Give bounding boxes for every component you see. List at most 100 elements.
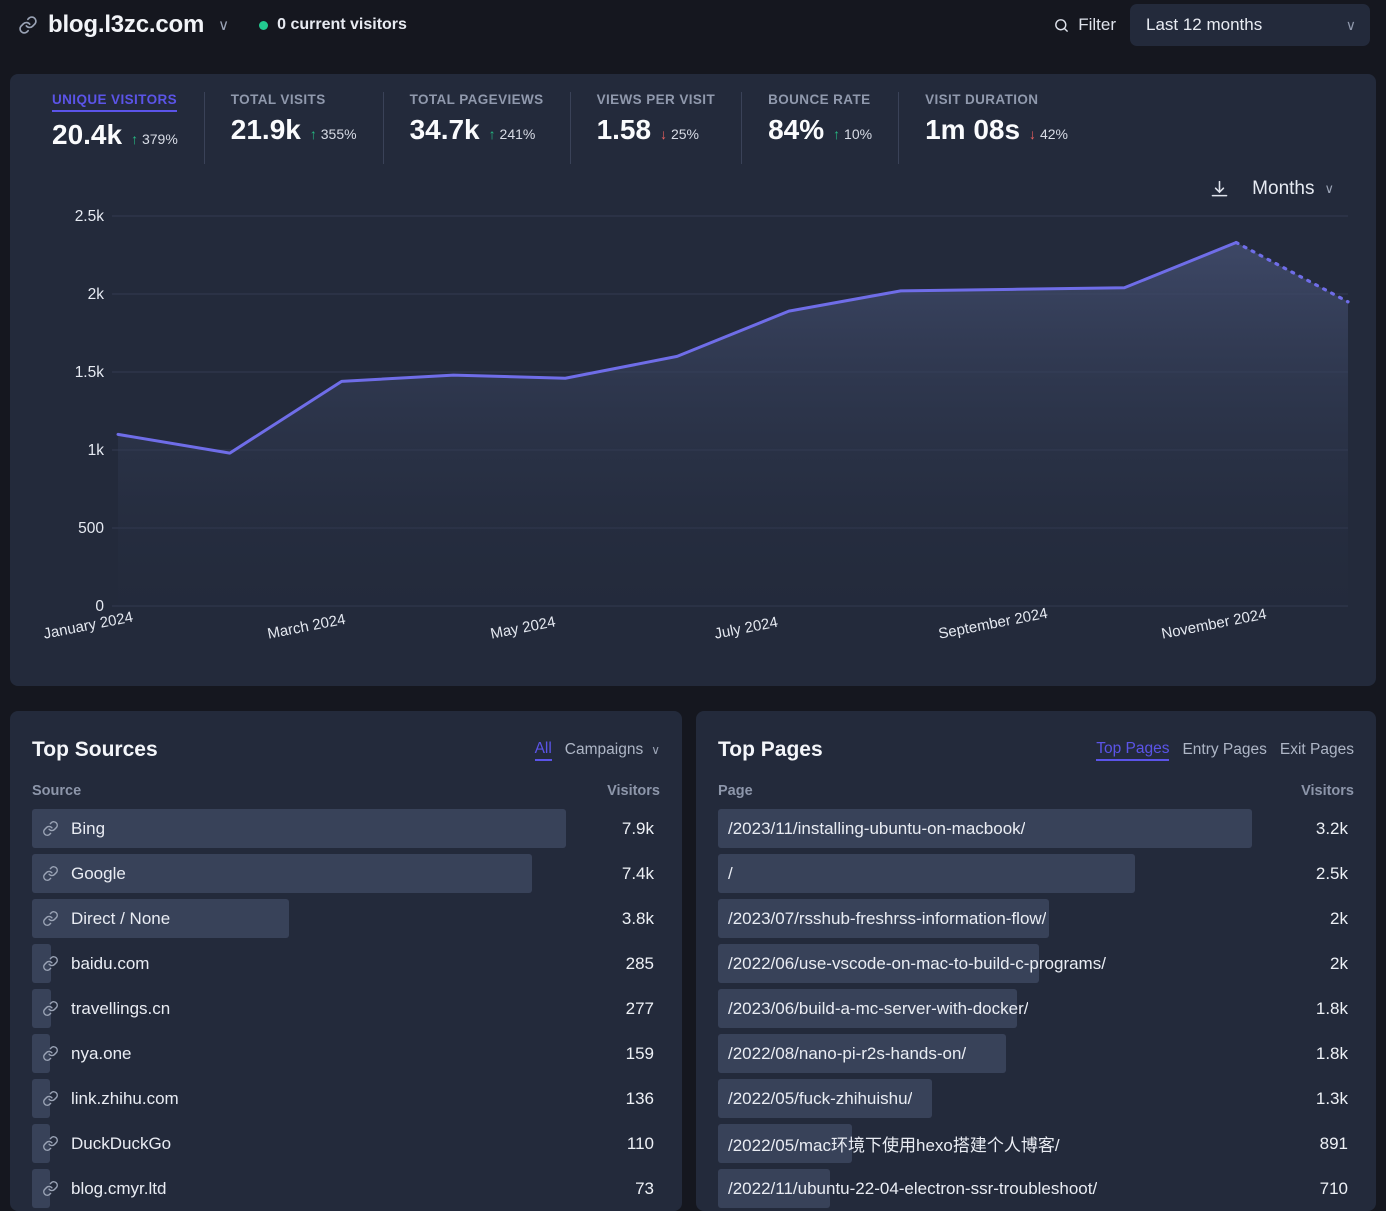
svg-text:500: 500 [78,520,104,537]
row-name: /2022/05/mac环境下使用hexo搭建个人博客/ [728,1131,1060,1156]
row-value: 2k [1330,909,1354,929]
metric-total-pageviews[interactable]: TOTAL PAGEVIEWS 34.7k ↑ 241% [383,92,570,164]
list-item[interactable]: travellings.cn277 [32,986,660,1031]
row-name: / [728,864,733,884]
list-item[interactable]: /2022/05/mac环境下使用hexo搭建个人博客/891 [718,1121,1354,1166]
link-icon [42,865,59,882]
list-item[interactable]: Direct / None3.8k [32,896,660,941]
list-item[interactable]: Google7.4k [32,851,660,896]
row-name: /2023/11/installing-ubuntu-on-macbook/ [728,819,1025,839]
list-item[interactable]: Bing7.9k [32,806,660,851]
metric-change: ↑ 379% [131,131,178,147]
metric-change-value: 42% [1040,126,1068,142]
row-name: Bing [71,819,105,839]
row-label: travellings.cn [32,999,170,1019]
metric-change: ↓ 25% [660,126,699,142]
list-item[interactable]: link.zhihu.com136 [32,1076,660,1121]
tab-all[interactable]: All [535,740,552,761]
list-item[interactable]: /2023/11/installing-ubuntu-on-macbook/3.… [718,806,1354,851]
chart-x-label: March 2024 [266,611,347,643]
chevron-down-icon: ∨ [1346,17,1356,34]
row-label: /2023/06/build-a-mc-server-with-docker/ [718,999,1028,1019]
tab-top-pages[interactable]: Top Pages [1096,740,1169,761]
arrow-down-icon: ↓ [660,126,667,142]
top-sources-title: Top Sources [32,738,158,762]
metric-label: VIEWS PER VISIT [597,92,716,107]
metric-views-per-visit[interactable]: VIEWS PER VISIT 1.58 ↓ 25% [570,92,742,164]
chevron-down-icon: ∨ [1324,181,1334,197]
list-item[interactable]: /2023/06/build-a-mc-server-with-docker/1… [718,986,1354,1031]
list-item[interactable]: /2022/11/ubuntu-22-04-electron-ssr-troub… [718,1166,1354,1211]
metric-value: 84% [768,116,824,144]
list-item[interactable]: /2022/05/fuck-zhihuishu/1.3k [718,1076,1354,1121]
metric-visit-duration[interactable]: VISIT DURATION 1m 08s ↓ 42% [898,92,1094,164]
date-range-select[interactable]: Last 12 months ∨ [1130,4,1370,46]
arrow-up-icon: ↑ [131,131,138,147]
row-label: /2023/11/installing-ubuntu-on-macbook/ [718,819,1025,839]
chevron-down-icon[interactable]: ∨ [651,743,660,757]
col-header-visitors: Visitors [607,783,660,799]
svg-text:2.5k: 2.5k [75,208,105,225]
row-label: Bing [32,819,105,839]
metric-value: 34.7k [410,116,480,144]
metric-change: ↑ 10% [833,126,872,142]
metric-change: ↑ 241% [489,126,536,142]
metric-change-value: 355% [321,126,357,142]
metric-unique-visitors[interactable]: UNIQUE VISITORS 20.4k ↑ 379% [30,92,204,164]
tab-campaigns[interactable]: Campaigns [565,741,643,759]
row-name: baidu.com [71,954,149,974]
chart-x-label: May 2024 [489,613,557,642]
svg-text:1k: 1k [88,442,105,459]
chevron-down-icon[interactable]: ∨ [218,16,229,34]
interval-select[interactable]: Months ∨ [1252,178,1334,200]
list-item[interactable]: baidu.com285 [32,941,660,986]
row-value: 1.8k [1316,999,1354,1019]
metric-bounce-rate[interactable]: BOUNCE RATE 84% ↑ 10% [741,92,898,164]
link-icon [42,1090,59,1107]
filter-button[interactable]: Filter [1053,15,1116,35]
visitors-line-chart[interactable]: 05001k1.5k2k2.5k January 2024March 2024M… [30,208,1356,658]
top-sources-list: Bing7.9kGoogle7.4kDirect / None3.8kbaidu… [32,806,660,1211]
row-label: Direct / None [32,909,170,929]
row-value: 1.3k [1316,1089,1354,1109]
site-selector[interactable]: blog.l3zc.com ∨ [18,11,229,39]
list-item[interactable]: /2022/08/nano-pi-r2s-hands-on/1.8k [718,1031,1354,1076]
row-name: nya.one [71,1044,132,1064]
metric-change: ↓ 42% [1029,126,1068,142]
list-item[interactable]: /2022/06/use-vscode-on-mac-to-build-c-pr… [718,941,1354,986]
row-name: /2022/06/use-vscode-on-mac-to-build-c-pr… [728,954,1106,974]
metric-total-visits[interactable]: TOTAL VISITS 21.9k ↑ 355% [204,92,383,164]
row-name: /2022/05/fuck-zhihuishu/ [728,1089,912,1109]
svg-text:1.5k: 1.5k [75,364,105,381]
visitor-graph-panel: UNIQUE VISITORS 20.4k ↑ 379% TOTAL VISIT… [10,74,1376,686]
col-header-visitors: Visitors [1301,783,1354,799]
col-header-source: Source [32,783,81,799]
link-icon [42,1000,59,1017]
top-sources-tabs: All Campaigns ∨ [535,740,660,761]
metric-change-value: 379% [142,131,178,147]
row-value: 1.8k [1316,1044,1354,1064]
list-item[interactable]: blog.cmyr.ltd73 [32,1166,660,1211]
list-item[interactable]: nya.one 159 [32,1031,660,1076]
list-item[interactable]: /2023/07/rsshub-freshrss-information-flo… [718,896,1354,941]
row-value: 159 [626,1044,660,1064]
row-value: 891 [1320,1134,1354,1154]
link-icon [18,15,38,35]
metric-label: BOUNCE RATE [768,92,872,107]
date-range-value: Last 12 months [1146,15,1262,35]
list-item[interactable]: /2.5k [718,851,1354,896]
tab-exit-pages[interactable]: Exit Pages [1280,741,1354,759]
row-name: DuckDuckGo [71,1134,171,1154]
row-label: /2022/06/use-vscode-on-mac-to-build-c-pr… [718,954,1106,974]
row-name: travellings.cn [71,999,170,1019]
row-label: / [718,864,733,884]
tab-entry-pages[interactable]: Entry Pages [1182,741,1266,759]
list-item[interactable]: DuckDuckGo110 [32,1121,660,1166]
chart-x-axis-labels: January 2024March 2024May 2024July 2024S… [30,612,1356,672]
row-label: /2022/08/nano-pi-r2s-hands-on/ [718,1044,966,1064]
row-name: /2022/08/nano-pi-r2s-hands-on/ [728,1044,966,1064]
site-name: blog.l3zc.com [48,11,204,39]
download-icon[interactable] [1209,179,1230,200]
top-pages-panel: Top Pages Top Pages Entry Pages Exit Pag… [696,711,1376,1211]
row-label: /2023/07/rsshub-freshrss-information-flo… [718,909,1046,929]
